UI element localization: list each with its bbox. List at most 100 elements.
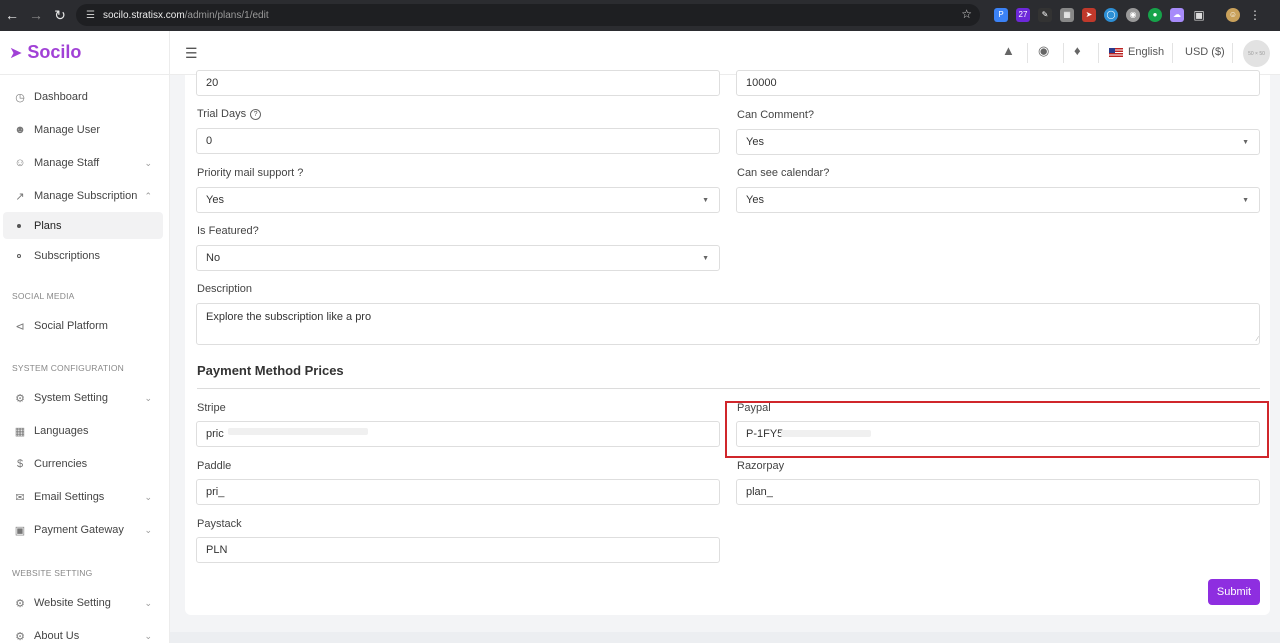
language-selector[interactable]: English [1109, 46, 1164, 58]
extension-icon[interactable]: ◉ [1126, 8, 1140, 22]
dollar-icon: $ [16, 458, 24, 470]
caret-down-icon: ▼ [1242, 197, 1249, 204]
paddle-label: Paddle [197, 460, 232, 472]
extension-icon[interactable]: ✎ [1038, 8, 1052, 22]
sidebar-item-manage-user[interactable]: ☻ Manage User [0, 119, 170, 141]
sidebar-item-social-platform[interactable]: ⊲ Social Platform [0, 315, 170, 337]
top-left-input[interactable]: 20 [196, 70, 720, 96]
site-info-icon[interactable]: ☰ [86, 10, 95, 21]
sidebar-item-manage-subscription[interactable]: ↗ Manage Subscription ⌃ [0, 185, 170, 207]
extension-icon[interactable]: ➤ [1082, 8, 1096, 22]
sidebar-item-label: Manage User [34, 124, 101, 136]
sidebar-item-manage-staff[interactable]: ☺ Manage Staff ⌄ [0, 152, 170, 174]
sidebar-item-plans[interactable]: Plans [3, 212, 163, 239]
sidebar-item-label: Plans [34, 219, 62, 232]
extension-icon[interactable]: ▦ [1060, 8, 1074, 22]
reload-icon[interactable]: ↻ [48, 3, 72, 27]
address-bar[interactable]: ☰ socilo.stratisx.com /admin/plans/1/edi… [76, 4, 980, 26]
sidebar-item-label: Manage Subscription [34, 190, 138, 202]
trial-days-label: Trial Days ? [197, 108, 262, 120]
can-comment-select[interactable]: Yes ▼ [736, 129, 1260, 155]
sidebar-item-subscriptions[interactable]: Subscriptions [3, 242, 163, 269]
sidebar-item-label: Email Settings [34, 491, 105, 503]
gear-icon: ⚙ [15, 630, 25, 643]
plan-edit-card [185, 75, 1270, 615]
bookmark-star-icon[interactable]: ☆ [961, 7, 972, 21]
hamburger-menu-icon[interactable]: ☰ [185, 45, 198, 62]
user-icon: ☻ [14, 124, 26, 136]
paystack-input[interactable]: PLN [196, 537, 720, 563]
help-icon[interactable]: ? [250, 108, 262, 120]
section-title-website: WEBSITE SETTING [12, 568, 93, 578]
chevron-down-icon: ⌄ [144, 524, 152, 535]
divider [1027, 43, 1028, 63]
forward-icon[interactable]: → [24, 3, 48, 27]
trial-days-input[interactable]: 0 [196, 128, 720, 154]
chart-line-icon: ↗ [15, 190, 25, 203]
brand-name: Socilo [27, 42, 82, 62]
extension-icon[interactable]: ☁ [1170, 8, 1184, 22]
section-title-social: SOCIAL MEDIA [12, 291, 75, 301]
currency-selector[interactable]: USD ($) [1185, 46, 1225, 58]
gear-icon: ⚙ [15, 597, 25, 610]
sidebar-item-payment-gateway[interactable]: ▣ Payment Gateway ⌄ [0, 519, 170, 541]
stripe-label: Stripe [197, 402, 226, 414]
avatar[interactable]: 50 × 50 [1243, 40, 1270, 67]
razorpay-input[interactable]: plan_ [736, 479, 1260, 505]
extension-icon[interactable]: 27 [1016, 8, 1030, 22]
browser-menu-icon[interactable]: ⋮ [1248, 8, 1262, 22]
profile-avatar-icon[interactable]: ☺ [1226, 8, 1240, 22]
card-icon: ▣ [14, 524, 26, 537]
description-value: Explore the subscription like a pro [206, 311, 372, 323]
back-icon[interactable]: ← [0, 3, 24, 27]
sidebar-item-dashboard[interactable]: ◷ Dashboard [0, 86, 170, 108]
redacted-value [781, 430, 871, 437]
gear-icon: ⚙ [15, 392, 25, 405]
sidebar-item-label: Subscriptions [34, 249, 101, 262]
sidebar-item-website-setting[interactable]: ⚙ Website Setting ⌄ [0, 592, 170, 614]
bell-icon[interactable]: ♦ [1074, 43, 1081, 58]
sidebar-item-label: Dashboard [34, 91, 88, 103]
sidebar: ➤ Socilo ◷ Dashboard ☻ Manage User ☺ Man… [0, 31, 170, 643]
can-comment-label: Can Comment? [737, 109, 815, 121]
globe-icon[interactable]: ◉ [1038, 43, 1049, 59]
paddle-value: pri_ [206, 486, 225, 498]
submit-button[interactable]: Submit [1208, 579, 1260, 605]
razorpay-value: plan_ [746, 486, 773, 498]
trial-days-label-text: Trial Days [197, 108, 247, 120]
broom-icon[interactable]: ▲ [1002, 43, 1015, 58]
top-right-input[interactable]: 10000 [736, 70, 1260, 96]
sidebar-item-system-setting[interactable]: ⚙ System Setting ⌄ [0, 387, 170, 409]
extension-icon[interactable]: ● [1148, 8, 1162, 22]
mail-icon: ✉ [15, 491, 25, 504]
sidebar-item-label: Currencies [34, 458, 88, 470]
chevron-up-icon: ⌃ [144, 190, 152, 201]
razorpay-label: Razorpay [737, 460, 785, 472]
extension-icon[interactable]: P [994, 8, 1008, 22]
logo[interactable]: ➤ Socilo [0, 31, 169, 75]
sidebar-item-languages[interactable]: ▦ Languages [0, 420, 170, 442]
chevron-down-icon: ⌄ [144, 597, 152, 608]
is-featured-select[interactable]: No ▼ [196, 245, 720, 271]
sidebar-item-label: Website Setting [34, 597, 111, 609]
redacted-value [228, 428, 368, 435]
sidebar-item-currencies[interactable]: $ Currencies [0, 453, 170, 475]
sidebar-item-about-us[interactable]: ⚙ About Us ⌄ [0, 625, 170, 643]
sidebar-item-label: About Us [34, 630, 80, 642]
caret-down-icon: ▼ [1242, 139, 1249, 146]
chevron-down-icon: ⌄ [144, 630, 152, 641]
extensions-puzzle-icon[interactable]: ▣ [1192, 8, 1206, 22]
priority-mail-select[interactable]: Yes ▼ [196, 187, 720, 213]
can-see-calendar-label: Can see calendar? [737, 167, 830, 179]
resize-grip-icon[interactable]: ∕ [1257, 336, 1258, 343]
paystack-label: Paystack [197, 518, 242, 530]
paddle-input[interactable]: pri_ [196, 479, 720, 505]
description-textarea[interactable]: Explore the subscription like a pro ∕ [196, 303, 1260, 345]
can-see-calendar-select[interactable]: Yes ▼ [736, 187, 1260, 213]
sidebar-item-email-settings[interactable]: ✉ Email Settings ⌄ [0, 486, 170, 508]
is-featured-label: Is Featured? [197, 225, 259, 237]
extension-icon[interactable]: ◯ [1104, 8, 1118, 22]
sidebar-item-label: Social Platform [34, 320, 108, 332]
divider [197, 388, 1260, 389]
caret-down-icon: ▼ [702, 255, 709, 262]
